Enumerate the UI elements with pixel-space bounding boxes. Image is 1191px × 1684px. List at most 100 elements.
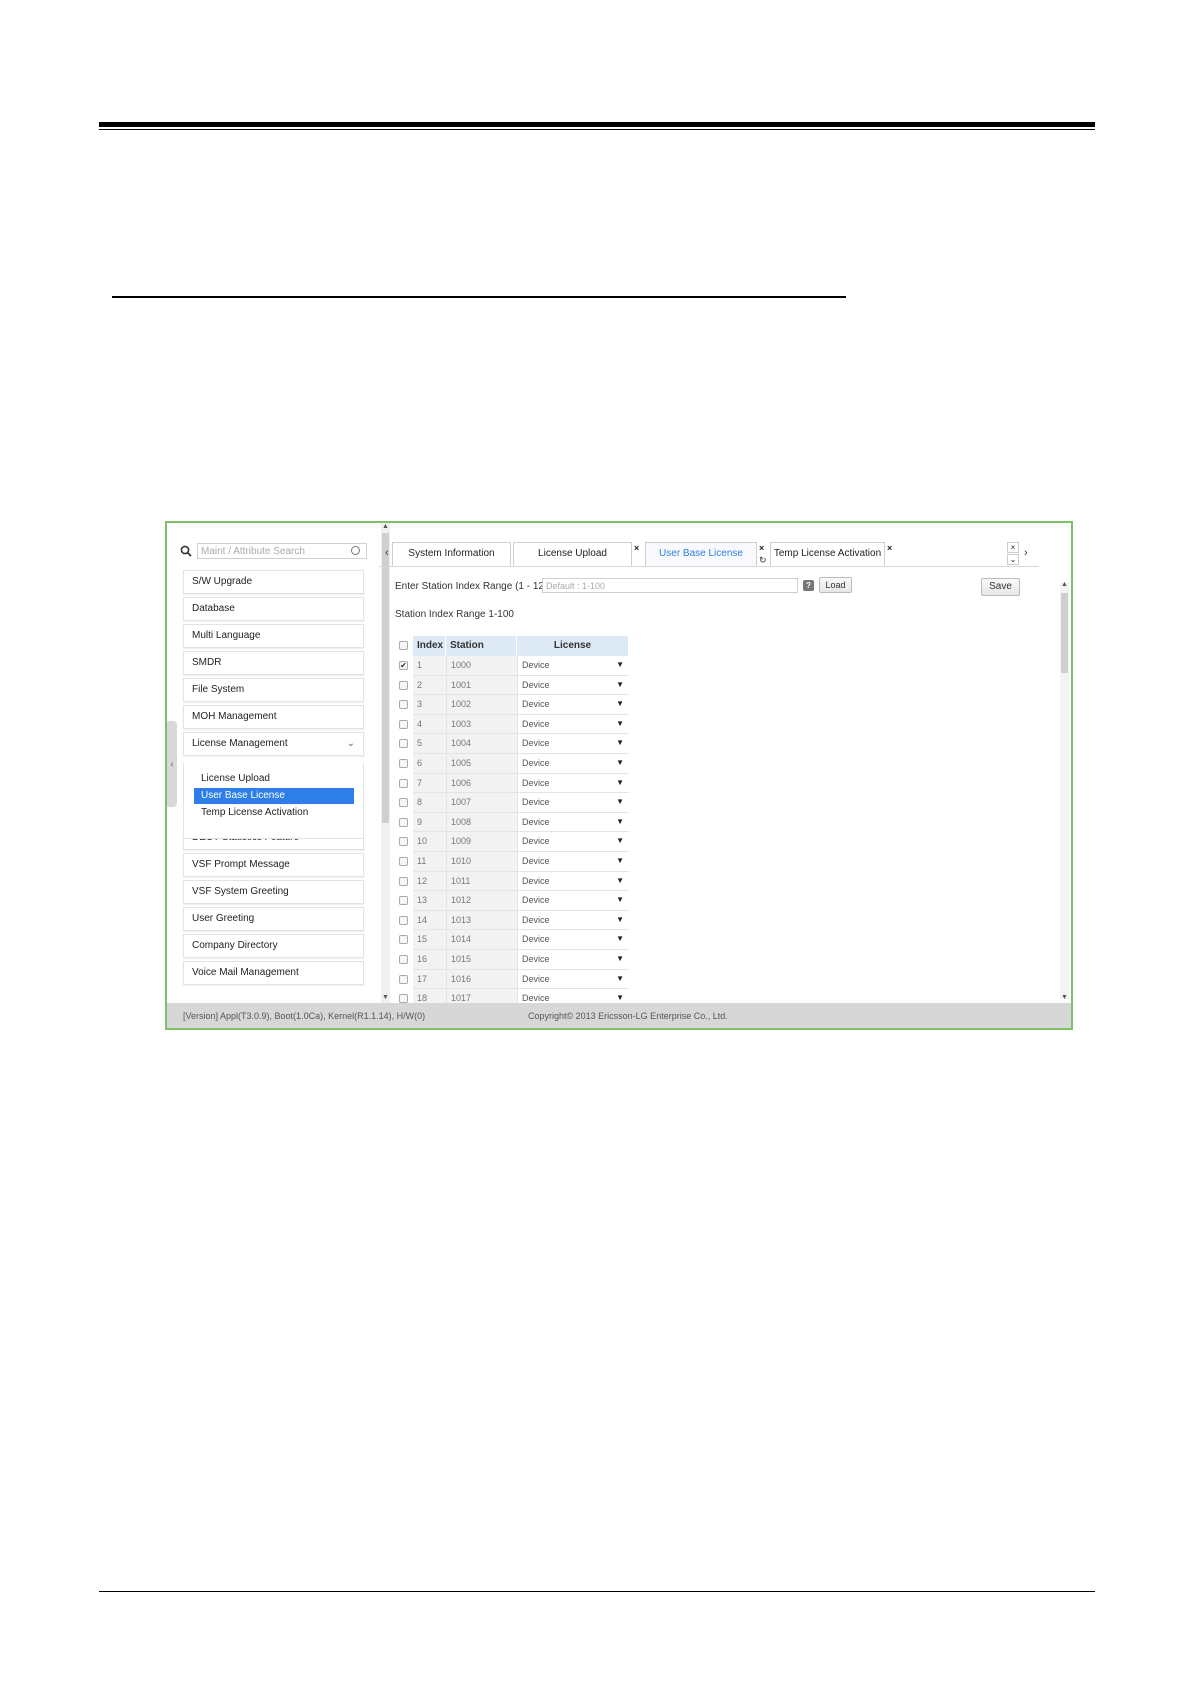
tab-temp-license-activation[interactable]: Temp License Activation (770, 542, 885, 566)
table-row: 9 1008 Device ▼ (395, 812, 629, 833)
sidebar-item-user-greeting[interactable]: User Greeting (183, 907, 364, 931)
range-label: Enter Station Index Range (1 - 1200) : (395, 581, 564, 592)
submenu-item-user-base-license[interactable]: User Base License (194, 788, 354, 804)
license-select[interactable]: Device ▼ (517, 969, 629, 990)
page-header-rule (99, 122, 1095, 127)
row-checkbox[interactable] (399, 759, 408, 768)
license-select[interactable]: Device ▼ (517, 832, 629, 852)
close-icon[interactable]: × (759, 543, 764, 553)
cell-station-number: 1012 (446, 891, 517, 911)
license-select[interactable]: Device ▼ (517, 950, 629, 970)
row-checkbox[interactable]: ✔ (399, 661, 408, 670)
license-select[interactable]: Device ▼ (517, 812, 629, 833)
license-select[interactable]: Device ▼ (517, 754, 629, 774)
select-all-checkbox[interactable] (399, 641, 408, 650)
scroll-down-icon[interactable]: ▼ (1060, 994, 1069, 1001)
search-icon[interactable] (180, 545, 192, 557)
row-checkbox[interactable] (399, 680, 408, 690)
tabs-next-icon[interactable]: › (1024, 547, 1028, 559)
row-checkbox[interactable] (399, 935, 408, 945)
header-station-number[interactable]: Station Number (446, 636, 517, 671)
row-checkbox[interactable] (399, 700, 408, 710)
sidebar-item-database[interactable]: Database (183, 597, 364, 621)
row-checkbox[interactable] (399, 719, 408, 729)
sidebar-item-company-directory[interactable]: Company Directory (183, 934, 364, 958)
tab-system-information[interactable]: System Information (392, 542, 511, 566)
scroll-up-icon[interactable]: ▲ (381, 523, 390, 530)
dropdown-arrow-icon: ▼ (616, 738, 624, 748)
row-checkbox[interactable] (399, 857, 408, 866)
row-checkbox[interactable] (399, 837, 408, 847)
tabs-menu-chevron-down-icon[interactable]: ⌄ (1007, 554, 1019, 565)
save-button[interactable]: Save (981, 578, 1020, 596)
license-select[interactable]: Device ▼ (517, 695, 629, 715)
sidebar-scroll-thumb[interactable] (382, 533, 389, 823)
sidebar-scrollbar[interactable]: ▲ ▼ (381, 523, 390, 1003)
dropdown-arrow-icon: ▼ (616, 875, 624, 885)
license-select[interactable]: Device ▼ (517, 852, 629, 872)
header-index[interactable]: Index (413, 636, 446, 656)
license-select[interactable]: Device ▼ (517, 871, 629, 892)
license-select[interactable]: Device ▼ (517, 910, 629, 931)
scroll-up-icon[interactable]: ▲ (1060, 581, 1069, 588)
license-value: Device (522, 856, 550, 866)
content-scrollbar[interactable]: ▲ ▼ (1060, 581, 1069, 1001)
sidebar-item-moh-management[interactable]: MOH Management (183, 705, 364, 729)
tab-user-base-license[interactable]: User Base License (645, 542, 757, 566)
close-icon[interactable]: × (634, 543, 639, 553)
clear-icon[interactable] (351, 546, 360, 555)
license-select[interactable]: Device ▼ (517, 656, 629, 676)
cell-station-number: 1007 (446, 793, 517, 813)
sidebar-item-label: SMDR (192, 657, 222, 668)
license-select[interactable]: Device ▼ (517, 773, 629, 794)
sidebar-item-vsf-prompt-message[interactable]: VSF Prompt Message (183, 853, 364, 877)
content-scroll-thumb[interactable] (1061, 593, 1068, 673)
sidebar-item-multi-language[interactable]: Multi Language (183, 624, 364, 648)
dropdown-arrow-icon: ▼ (616, 934, 624, 944)
station-range-input[interactable] (542, 578, 798, 593)
chevron-down-icon: ⌄ (346, 738, 355, 749)
license-value: Device (522, 914, 550, 925)
search-input[interactable] (197, 543, 367, 559)
sidebar-item-s-w-upgrade[interactable]: S/W Upgrade (183, 570, 364, 594)
row-checkbox[interactable] (399, 896, 408, 906)
license-select[interactable]: Device ▼ (517, 675, 629, 696)
tabs-prev-icon[interactable]: ‹ (385, 547, 389, 559)
chevron-left-icon: ‹ (170, 758, 174, 770)
license-select[interactable]: Device ▼ (517, 714, 629, 735)
license-value: Device (522, 679, 550, 690)
row-checkbox[interactable] (399, 876, 408, 886)
row-checkbox[interactable] (399, 817, 408, 827)
sidebar-item-file-system[interactable]: File System (183, 678, 364, 702)
submenu-item-temp-license-activation[interactable]: Temp License Activation (194, 805, 354, 821)
refresh-icon[interactable]: ↻ (759, 555, 767, 566)
row-checkbox[interactable] (399, 974, 408, 984)
sidebar-item-license-management[interactable]: License Management ⌄ (183, 732, 364, 756)
license-select[interactable]: Device ▼ (517, 930, 629, 950)
sidebar-item-label: License Management (192, 738, 288, 749)
row-checkbox[interactable] (399, 778, 408, 788)
sidebar-collapse-handle[interactable]: ‹ (167, 721, 177, 807)
sidebar-item-vsf-system-greeting[interactable]: VSF System Greeting (183, 880, 364, 904)
close-icon[interactable]: × (887, 543, 892, 553)
close-all-tabs-icon[interactable]: × (1007, 542, 1019, 553)
row-checkbox[interactable] (399, 798, 408, 808)
table-row: 3 1002 Device ▼ (395, 695, 629, 715)
row-checkbox[interactable] (399, 915, 408, 925)
row-checkbox[interactable] (399, 955, 408, 964)
license-select[interactable]: Device ▼ (517, 734, 629, 754)
load-button[interactable]: Load (819, 577, 852, 593)
scroll-down-icon[interactable]: ▼ (381, 994, 390, 1001)
tab-license-upload[interactable]: License Upload (513, 542, 632, 566)
tabs-divider (379, 566, 1039, 567)
sidebar-item-smdr[interactable]: SMDR (183, 651, 364, 675)
help-icon[interactable]: ? (803, 580, 814, 591)
sidebar-item-voice-mail-management[interactable]: Voice Mail Management (183, 961, 364, 985)
submenu-item-license-upload[interactable]: License Upload (194, 771, 354, 787)
license-select[interactable]: Device ▼ (517, 793, 629, 813)
row-checkbox[interactable] (399, 739, 408, 749)
row-checkbox[interactable] (399, 994, 408, 1004)
license-select[interactable]: Device ▼ (517, 891, 629, 911)
cell-index: 16 (413, 950, 446, 970)
header-license[interactable]: License (517, 636, 629, 656)
